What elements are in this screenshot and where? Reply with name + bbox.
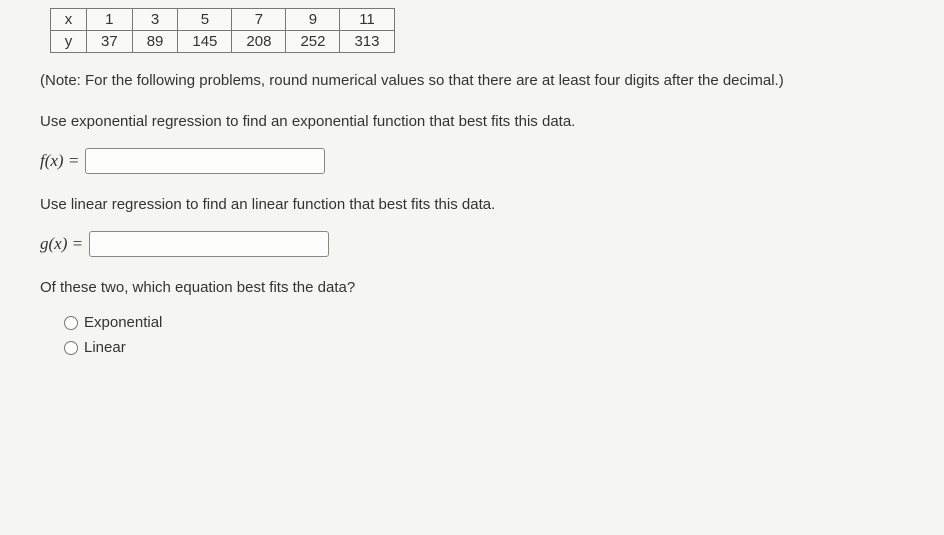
table-cell: 3 [132, 9, 178, 31]
option-exponential-row: Exponential [64, 314, 904, 331]
option-linear-row: Linear [64, 339, 904, 356]
label-exponential: Exponential [84, 314, 162, 331]
table-cell: 208 [232, 31, 286, 53]
fx-equation-row: f(x) = [40, 148, 904, 174]
row-header-y: y [51, 31, 87, 53]
table-cell: 5 [178, 9, 232, 31]
data-table: x 1 3 5 7 9 11 y 37 89 145 208 252 313 [50, 8, 395, 53]
table-cell: 37 [87, 31, 133, 53]
label-linear: Linear [84, 339, 126, 356]
gx-label: g(x) = [40, 234, 83, 254]
radio-exponential[interactable] [64, 316, 78, 330]
prompt-linear: Use linear regression to find an linear … [40, 196, 904, 213]
table-row: x 1 3 5 7 9 11 [51, 9, 395, 31]
table-cell: 9 [286, 9, 340, 31]
fx-label: f(x) = [40, 151, 79, 171]
best-fit-options: Exponential Linear [64, 314, 904, 356]
gx-equation-row: g(x) = [40, 231, 904, 257]
table-cell: 7 [232, 9, 286, 31]
table-cell: 89 [132, 31, 178, 53]
fx-input[interactable] [85, 148, 325, 174]
table-cell: 313 [340, 31, 394, 53]
prompt-exponential: Use exponential regression to find an ex… [40, 113, 904, 130]
gx-input[interactable] [89, 231, 329, 257]
prompt-best-fit: Of these two, which equation best fits t… [40, 279, 904, 296]
table-cell: 1 [87, 9, 133, 31]
table-row: y 37 89 145 208 252 313 [51, 31, 395, 53]
table-cell: 145 [178, 31, 232, 53]
radio-linear[interactable] [64, 341, 78, 355]
table-cell: 11 [340, 9, 394, 31]
table-cell: 252 [286, 31, 340, 53]
note-text: (Note: For the following problems, round… [40, 71, 904, 91]
row-header-x: x [51, 9, 87, 31]
